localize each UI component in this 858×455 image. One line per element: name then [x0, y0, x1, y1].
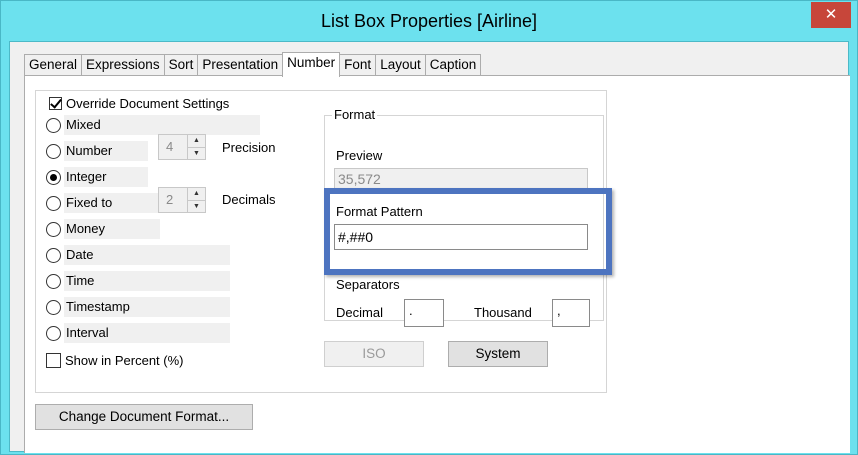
- decimals-spinner[interactable]: 2 ▲ ▼: [158, 187, 206, 213]
- tab-number[interactable]: Number: [282, 52, 341, 77]
- tab-strip: General Expressions Sort Presentation Nu…: [24, 52, 482, 77]
- tab-caption[interactable]: Caption: [424, 54, 482, 76]
- dialog-window: List Box Properties [Airline] ✕ General …: [0, 0, 858, 455]
- radio-button[interactable]: [46, 247, 61, 263]
- precision-spinner[interactable]: 4 ▲ ▼: [158, 134, 206, 160]
- dialog-client-area: General Expressions Sort Presentation Nu…: [9, 41, 850, 453]
- radio-date[interactable]: Date: [46, 245, 230, 265]
- radio-integer[interactable]: Integer: [46, 167, 148, 187]
- override-checkbox[interactable]: [49, 97, 62, 110]
- show-in-percent[interactable]: Show in Percent (%): [46, 353, 184, 368]
- override-document-settings[interactable]: Override Document Settings: [46, 96, 233, 111]
- tab-expressions[interactable]: Expressions: [81, 54, 165, 76]
- change-document-format-button[interactable]: Change Document Format...: [35, 404, 253, 430]
- close-button[interactable]: ✕: [811, 2, 851, 28]
- override-label: Override Document Settings: [66, 96, 230, 111]
- radio-button[interactable]: [46, 325, 61, 341]
- spin-down-icon[interactable]: ▼: [188, 147, 205, 159]
- tab-sort[interactable]: Sort: [163, 54, 199, 76]
- format-legend: Format: [332, 107, 378, 122]
- precision-label: Precision: [222, 140, 276, 155]
- show-percent-checkbox[interactable]: [46, 353, 61, 368]
- spin-down-icon[interactable]: ▼: [188, 200, 205, 212]
- decimals-label: Decimals: [222, 192, 276, 207]
- preview-field: 35,572: [334, 168, 588, 190]
- radio-time[interactable]: Time: [46, 271, 230, 291]
- preview-label: Preview: [336, 148, 383, 163]
- format-pattern-label: Format Pattern: [336, 204, 423, 219]
- tab-general[interactable]: General: [24, 54, 83, 76]
- separators-legend: Separators: [334, 277, 402, 292]
- thousand-separator-label: Thousand: [474, 305, 532, 320]
- radio-mixed[interactable]: Mixed: [46, 115, 260, 135]
- thousand-separator-input[interactable]: ,: [552, 299, 590, 327]
- decimal-separator-label: Decimal: [336, 305, 383, 320]
- radio-fixed-to[interactable]: Fixed to: [46, 193, 160, 213]
- iso-button[interactable]: ISO: [324, 341, 424, 367]
- radio-money[interactable]: Money: [46, 219, 160, 239]
- spin-up-icon[interactable]: ▲: [188, 188, 205, 200]
- spin-up-icon[interactable]: ▲: [188, 135, 205, 147]
- radio-timestamp[interactable]: Timestamp: [46, 297, 230, 317]
- tab-font[interactable]: Font: [339, 54, 377, 76]
- close-icon: ✕: [824, 6, 838, 23]
- decimal-separator-input[interactable]: .: [404, 299, 444, 327]
- tab-layout[interactable]: Layout: [375, 54, 426, 76]
- radio-button[interactable]: [46, 221, 61, 237]
- radio-button[interactable]: [46, 299, 61, 315]
- title-bar[interactable]: List Box Properties [Airline] ✕: [1, 1, 857, 41]
- radio-button[interactable]: [46, 195, 61, 211]
- radio-number[interactable]: Number: [46, 141, 148, 161]
- number-tab-panel: Override Document Settings Mixed Number …: [24, 75, 850, 453]
- window-title: List Box Properties [Airline]: [320, 11, 538, 31]
- format-pattern-input[interactable]: [334, 224, 588, 250]
- tab-presentation[interactable]: Presentation: [197, 54, 284, 76]
- system-button[interactable]: System: [448, 341, 548, 367]
- radio-interval[interactable]: Interval: [46, 323, 230, 343]
- radio-button[interactable]: [46, 273, 61, 289]
- radio-button[interactable]: [46, 169, 61, 185]
- radio-button[interactable]: [46, 143, 61, 159]
- radio-button[interactable]: [46, 117, 61, 133]
- override-groupbox: Override Document Settings Mixed Number …: [35, 90, 612, 393]
